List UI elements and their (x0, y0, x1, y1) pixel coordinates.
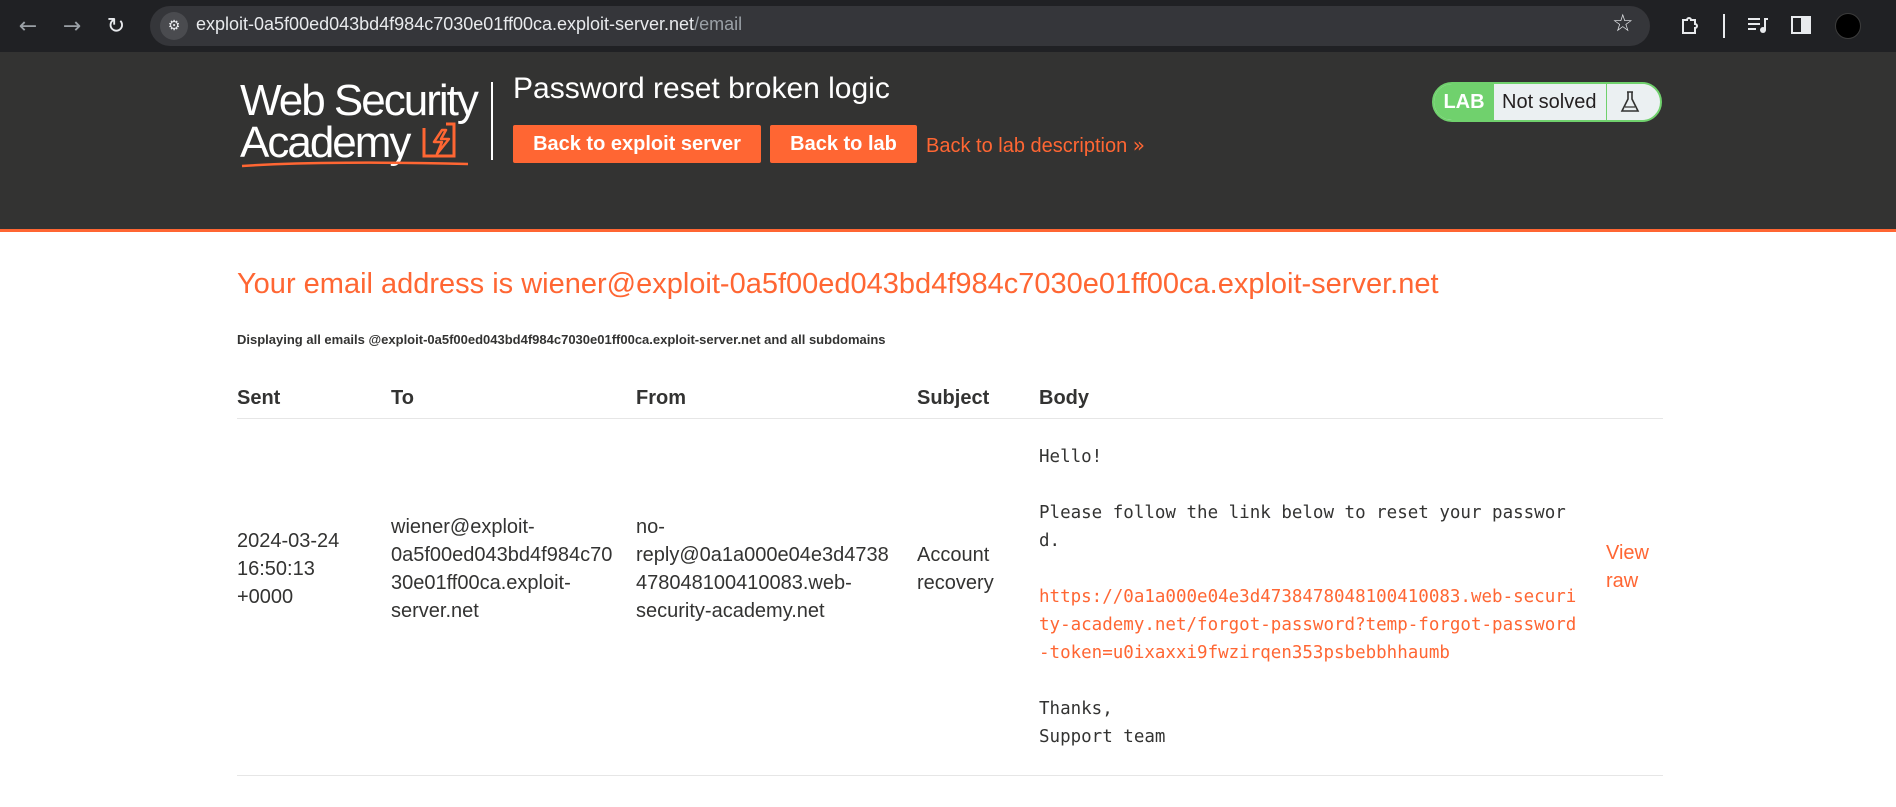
sent-date: 2024-03-24 (237, 530, 340, 552)
body-thanks: Thanks, (1039, 699, 1113, 719)
lightning-bolt-icon (422, 122, 456, 158)
arrow-left-icon[interactable]: ← (10, 8, 46, 44)
toolbar-divider (1723, 14, 1725, 38)
back-to-lab-button[interactable]: Back to lab (770, 125, 917, 163)
body-text: Please follow the link below to reset yo… (1039, 503, 1566, 551)
view-raw-label: raw (1606, 570, 1639, 592)
sent-time: 16:50:13 (237, 558, 315, 580)
sent-timezone: +0000 (237, 586, 294, 608)
arrow-right-icon[interactable]: → (54, 8, 90, 44)
from-line: 478048100410083.web- (636, 572, 852, 594)
puzzle-icon[interactable] (1676, 10, 1706, 40)
double-chevron-right-icon: » (1132, 133, 1146, 157)
to-cell: wiener@exploit- 0a5f00ed043bd4f984c70 30… (391, 513, 626, 625)
subject-line: recovery (917, 572, 994, 594)
from-line: security-academy.net (636, 600, 825, 622)
url-host: exploit-0a5f00ed043bd4f984c7030e01ff00ca… (196, 14, 695, 34)
tune-icon[interactable]: ⚙ (160, 12, 188, 40)
header-divider (491, 82, 493, 160)
back-to-lab-description-link[interactable]: Back to lab description » (926, 133, 1145, 158)
side-panel-icon[interactable] (1786, 10, 1816, 40)
column-header-from: From (636, 387, 686, 409)
to-line: wiener@exploit- (391, 516, 535, 538)
row-divider-line (237, 775, 1663, 776)
from-cell: no- reply@0a1a000e04e3d4738 478048100410… (636, 513, 906, 625)
view-raw-link[interactable]: View raw (1606, 539, 1666, 595)
column-header-subject: Subject (917, 387, 990, 409)
url-path: /email (694, 14, 743, 34)
browser-toolbar: ← → ↻ ⚙ exploit-0a5f00ed043bd4f984c7030e… (0, 0, 1896, 52)
to-line: server.net (391, 600, 479, 622)
back-to-exploit-server-button[interactable]: Back to exploit server (513, 125, 761, 163)
from-line: no- (636, 516, 665, 538)
view-raw-label: View (1606, 542, 1649, 564)
header-divider-line (237, 418, 1663, 419)
star-icon[interactable]: ☆ (1612, 9, 1634, 37)
lab-status-text: Not solved (1494, 90, 1606, 114)
back-to-lab-description-label: Back to lab description (926, 135, 1128, 157)
body-greeting: Hello! (1039, 447, 1103, 467)
to-line: 30e01ff00ca.exploit- (391, 572, 571, 594)
academy-header: Web Security Academy Password reset brok… (0, 52, 1896, 232)
reload-icon[interactable]: ↻ (98, 8, 134, 44)
email-address-heading: Your email address is wiener@exploit-0a5… (237, 268, 1439, 300)
column-header-sent: Sent (237, 387, 281, 409)
body-cell: Hello! Please follow the link below to re… (1039, 443, 1579, 751)
lab-status-badge: LAB Not solved (1432, 82, 1662, 122)
avatar[interactable] (1835, 13, 1861, 39)
to-line: 0a5f00ed043bd4f984c70 (391, 544, 613, 566)
sent-cell: 2024-03-24 16:50:13 +0000 (237, 527, 377, 611)
subject-cell: Account recovery (917, 541, 1027, 597)
lab-tag: LAB (1434, 84, 1494, 120)
subject-line: Account (917, 544, 990, 566)
column-header-body: Body (1039, 387, 1089, 409)
display-note: Displaying all emails @exploit-0a5f00ed0… (237, 332, 886, 347)
from-line: reply@0a1a000e04e3d4738 (636, 544, 889, 566)
password-reset-link[interactable]: https://0a1a000e04e3d4738478048100410083… (1039, 583, 1579, 667)
flask-icon (1606, 84, 1652, 120)
academy-logo[interactable]: Web Security Academy (240, 76, 490, 168)
media-control-icon[interactable] (1742, 10, 1772, 40)
logo-underline (241, 161, 469, 168)
body-signature: Support team (1039, 727, 1166, 747)
column-header-to: To (391, 387, 414, 409)
url-text[interactable]: exploit-0a5f00ed043bd4f984c7030e01ff00ca… (196, 14, 742, 35)
lab-title: Password reset broken logic (513, 72, 890, 105)
